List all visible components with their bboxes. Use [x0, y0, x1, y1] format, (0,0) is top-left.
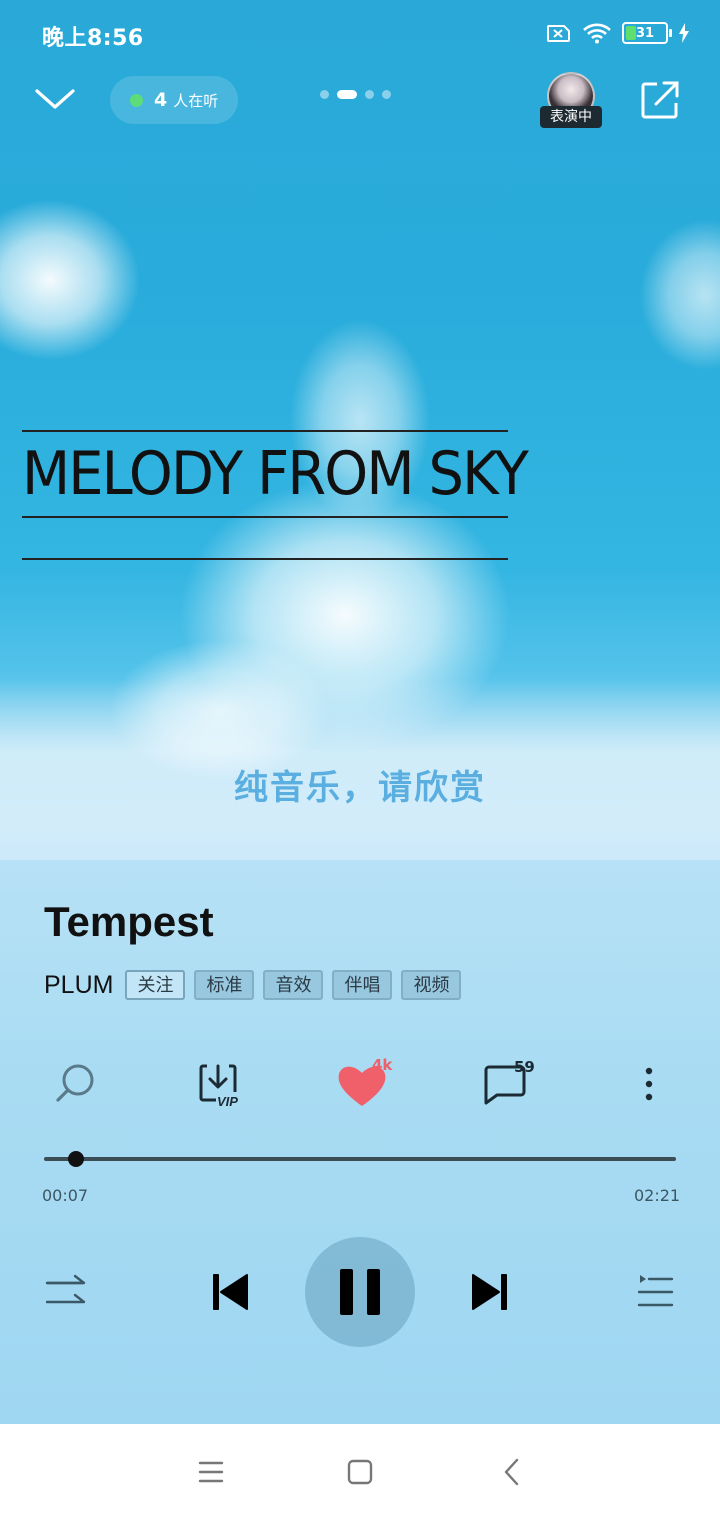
performing-badge: 表演中 [540, 106, 602, 128]
page-dot-active [337, 90, 357, 99]
comment-count: 59 [514, 1058, 535, 1076]
like-button[interactable]: 4k [332, 1052, 392, 1114]
battery-level: 31 [635, 25, 655, 41]
home-button[interactable] [340, 1454, 380, 1490]
page-dot [320, 90, 329, 99]
wifi-icon [583, 23, 611, 44]
shuffle-icon [45, 1274, 86, 1304]
player-screen: 晚上8:56 31 4 人在听 表演中 MELODY FROM SKY 纯音乐，… [0, 0, 720, 1424]
album-art-title: MELODY FROM SKY [22, 430, 529, 560]
pause-icon [340, 1269, 380, 1315]
share-button[interactable] [640, 80, 680, 120]
listeners-label: 人在听 [173, 91, 219, 110]
total-time: 02:21 [634, 1186, 681, 1205]
previous-button[interactable] [208, 1270, 252, 1314]
live-dot-icon [130, 93, 143, 107]
lyric-line[interactable]: 纯音乐，请欣赏 [0, 760, 720, 809]
cloud [0, 200, 140, 360]
page-indicator[interactable] [320, 90, 391, 99]
pause-button[interactable] [305, 1237, 415, 1347]
sound-effect-tag[interactable]: 音效 [263, 970, 324, 1000]
song-title: Tempest [44, 898, 214, 945]
system-nav-bar [0, 1424, 720, 1520]
playlist-icon [637, 1275, 674, 1307]
status-time: 晚上8:56 [42, 26, 144, 51]
page-dot [365, 90, 374, 99]
next-icon [472, 1274, 507, 1310]
next-button[interactable] [468, 1270, 512, 1314]
recents-button[interactable] [191, 1454, 231, 1490]
progress-bar[interactable] [44, 1151, 676, 1167]
download-button[interactable]: VIP [188, 1052, 248, 1114]
quality-tag[interactable]: 标准 [194, 970, 255, 1000]
search-button[interactable] [48, 1052, 108, 1114]
home-icon [347, 1459, 373, 1485]
status-icons: 31 [546, 22, 690, 44]
player-top-bar: 4 人在听 表演中 [0, 70, 720, 130]
download-vip-icon: VIP [199, 1064, 240, 1109]
more-icon [645, 1067, 653, 1101]
elapsed-time: 00:07 [42, 1186, 89, 1205]
back-icon [504, 1458, 519, 1486]
more-button[interactable] [618, 1052, 678, 1114]
menu-icon [198, 1461, 224, 1483]
album-art-text: MELODY FROM SKY [22, 439, 529, 509]
charging-icon [679, 23, 689, 43]
page-dot [382, 90, 391, 99]
search-icon [56, 1064, 94, 1102]
chevron-down-icon [35, 89, 75, 109]
playlist-button[interactable] [634, 1272, 674, 1314]
listeners-count: 4 [154, 89, 168, 111]
follow-tag[interactable]: 关注 [125, 970, 186, 1000]
progress-handle[interactable] [67, 1151, 84, 1167]
cloud [640, 220, 720, 370]
svg-text:VIP: VIP [217, 1094, 238, 1109]
comment-button[interactable]: 59 [476, 1052, 536, 1114]
battery-icon: 31 [622, 22, 672, 44]
like-count: 4k [372, 1056, 393, 1074]
artist-row: PLUM 关注 标准 音效 伴唱 视频 [44, 968, 470, 1002]
sim-off-icon [547, 25, 570, 42]
status-bar: 晚上8:56 31 [0, 0, 720, 70]
back-button[interactable] [492, 1454, 532, 1490]
artist-name[interactable]: PLUM [44, 971, 113, 1000]
accompaniment-tag[interactable]: 伴唱 [332, 970, 393, 1000]
action-row: VIP 4k 59 [0, 1052, 720, 1114]
share-icon [641, 81, 679, 119]
previous-icon [213, 1274, 248, 1310]
video-tag[interactable]: 视频 [401, 970, 462, 1000]
collapse-button[interactable] [34, 82, 76, 114]
listeners-pill[interactable]: 4 人在听 [110, 76, 238, 124]
shuffle-button[interactable] [44, 1272, 88, 1314]
performer-avatar-button[interactable]: 表演中 [540, 72, 602, 132]
